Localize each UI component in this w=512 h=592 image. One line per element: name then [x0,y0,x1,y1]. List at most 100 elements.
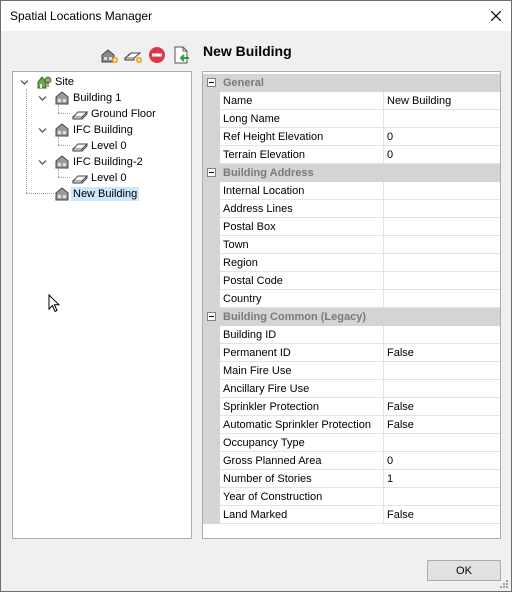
resize-grip-icon[interactable] [499,579,509,589]
property-row[interactable]: Building ID [203,326,500,344]
site-icon [37,76,52,89]
property-value[interactable] [384,254,500,272]
title-bar: Spatial Locations Manager [1,1,511,31]
import-button[interactable] [171,45,191,65]
property-name: Occupancy Type [220,434,384,452]
property-value[interactable]: False [384,398,500,416]
category-title: Building Common (Legacy) [223,311,366,323]
property-name: Main Fire Use [220,362,384,380]
property-value[interactable] [384,488,500,506]
collapse-chevron-icon[interactable] [20,78,29,87]
collapse-chevron-icon[interactable] [38,158,47,167]
property-row[interactable]: Postal Code [203,272,500,290]
property-row[interactable]: Long Name [203,110,500,128]
tree-connector [58,177,70,178]
property-row[interactable]: Region [203,254,500,272]
properties-heading: New Building [203,43,292,59]
spatial-tree[interactable]: Site Building 1 Ground Floor IFC Buildin… [12,71,192,539]
tree-item-label: Ground Floor [91,108,156,120]
property-row[interactable]: Postal Box [203,218,500,236]
property-value[interactable]: False [384,416,500,434]
category-general[interactable]: General [203,74,500,92]
add-level-button[interactable] [123,45,143,65]
property-value[interactable] [384,380,500,398]
collapse-minus-icon[interactable] [207,312,216,321]
level-icon [71,111,89,120]
building-icon [55,91,69,105]
property-row[interactable]: Permanent ID False [203,344,500,362]
property-value[interactable]: 0 [384,452,500,470]
import-icon [174,46,189,64]
property-row[interactable]: Ancillary Fire Use [203,380,500,398]
property-grid[interactable]: General Name New Building Long Name Ref … [202,71,501,539]
property-name: Gross Planned Area [220,452,384,470]
property-value[interactable] [384,290,500,308]
tree-item-new-building[interactable]: New Building [53,186,140,202]
tree-item-ifc-building[interactable]: IFC Building [53,122,135,138]
property-row[interactable]: Automatic Sprinkler Protection False [203,416,500,434]
property-row[interactable]: Occupancy Type [203,434,500,452]
property-value[interactable] [384,200,500,218]
category-title: General [223,77,264,89]
property-row[interactable]: Gross Planned Area 0 [203,452,500,470]
property-row[interactable]: Terrain Elevation 0 [203,146,500,164]
property-value[interactable] [384,362,500,380]
property-value[interactable]: 0 [384,128,500,146]
property-value[interactable]: 0 [384,146,500,164]
property-value[interactable]: False [384,506,500,524]
property-row[interactable]: Land Marked False [203,506,500,524]
property-row[interactable]: Address Lines [203,200,500,218]
dialog-window: Spatial Locations Manager Site Building … [0,0,512,592]
category-building-address[interactable]: Building Address [203,164,500,182]
collapse-chevron-icon[interactable] [38,94,47,103]
property-name: Automatic Sprinkler Protection [220,416,384,434]
tree-item-level-0[interactable]: Level 0 [71,170,128,186]
property-value[interactable] [384,326,500,344]
tree-item-site[interactable]: Site [35,74,76,90]
property-row[interactable]: Sprinkler Protection False [203,398,500,416]
remove-icon [149,47,165,63]
collapse-chevron-icon[interactable] [38,126,47,135]
collapse-minus-icon[interactable] [207,168,216,177]
property-row[interactable]: Main Fire Use [203,362,500,380]
tree-item-level-0[interactable]: Level 0 [71,138,128,154]
window-title: Spatial Locations Manager [10,9,153,23]
tree-item-label: New Building [71,187,140,201]
property-name: Sprinkler Protection [220,398,384,416]
tree-item-ifc-building-2[interactable]: IFC Building-2 [53,154,145,170]
property-value[interactable] [384,110,500,128]
property-row[interactable]: Name New Building [203,92,500,110]
property-value[interactable] [384,236,500,254]
property-row[interactable]: Year of Construction [203,488,500,506]
property-row[interactable]: Town [203,236,500,254]
property-row[interactable]: Ref Height Elevation 0 [203,128,500,146]
property-row[interactable]: Number of Stories 1 [203,470,500,488]
add-building-icon [101,49,118,63]
property-name: Postal Box [220,218,384,236]
property-value[interactable]: False [384,344,500,362]
category-building-common[interactable]: Building Common (Legacy) [203,308,500,326]
remove-button[interactable] [147,45,167,65]
property-row[interactable]: Country [203,290,500,308]
property-value[interactable] [384,218,500,236]
property-row[interactable]: Internal Location [203,182,500,200]
property-name: Long Name [220,110,384,128]
collapse-minus-icon[interactable] [207,78,216,87]
tree-item-label: IFC Building-2 [73,156,143,168]
ok-button[interactable]: OK [427,560,501,581]
tree-item-ground-floor[interactable]: Ground Floor [71,106,158,122]
property-value[interactable] [384,272,500,290]
property-value[interactable] [384,182,500,200]
property-name: Permanent ID [220,344,384,362]
building-icon [55,123,69,137]
property-value[interactable]: 1 [384,470,500,488]
building-icon [55,155,69,169]
add-level-icon [123,52,142,63]
close-button[interactable] [481,1,511,31]
tree-item-label: Level 0 [91,140,127,152]
tree-item-building-1[interactable]: Building 1 [53,90,123,106]
add-building-button[interactable] [99,45,119,65]
property-value[interactable]: New Building [384,92,500,110]
property-value[interactable] [384,434,500,452]
tree-toolbar [99,45,191,65]
